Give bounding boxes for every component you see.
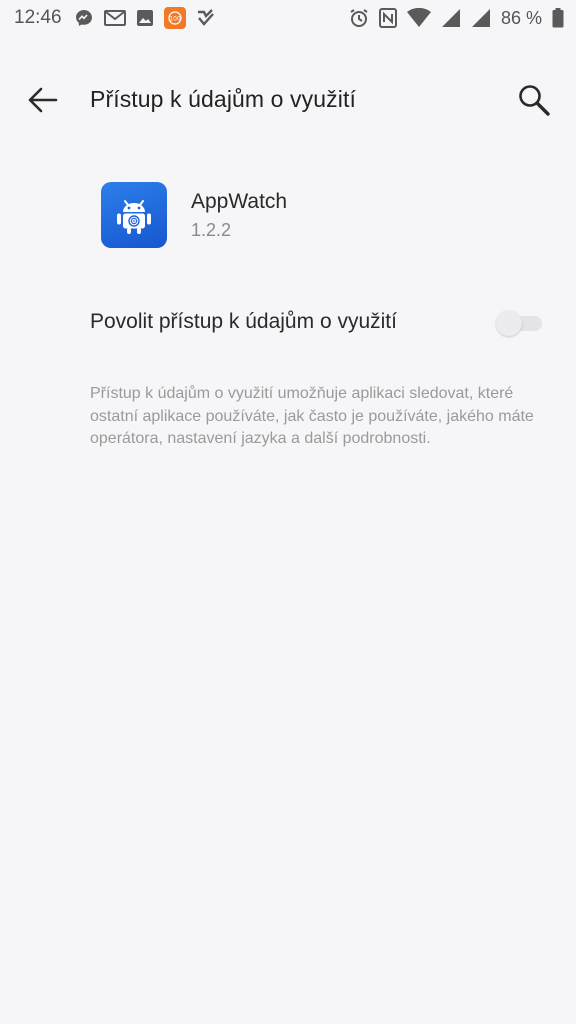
app-bar: Přístup k údajům o využití [0,64,576,136]
messenger-icon [74,8,94,28]
app-icon [101,182,167,248]
nfc-icon [378,8,397,28]
usage-access-description: Přístup k údajům o využití umožňuje apli… [90,385,534,447]
app-name: AppWatch [191,190,288,213]
svg-text:100: 100 [169,16,181,23]
battery-icon [552,8,564,28]
search-icon [517,83,551,117]
gmail-icon [103,9,126,27]
search-button[interactable] [512,78,556,122]
usage-access-label: Povolit přístup k údajům o využití [90,310,397,333]
alarm-icon [349,8,369,28]
signal-icon [441,8,461,28]
battery-percent: 86 % [500,7,542,28]
check-app-icon [196,9,216,27]
toggle-thumb [496,310,522,336]
gallery-icon [136,9,154,27]
signal-icon [471,8,491,28]
usage-access-toggle[interactable] [494,309,544,337]
orange-app-icon: 100 [163,7,186,29]
usage-access-setting-row[interactable]: Povolit přístup k údajům o využití [0,294,576,350]
status-time: 12:46 [14,7,62,28]
app-info: AppWatch 1.2.2 [0,176,576,266]
page-title: Přístup k údajům o využití [90,86,356,112]
wifi-icon [406,8,431,28]
app-version: 1.2.2 [191,220,232,240]
back-button[interactable] [22,80,62,120]
android-robot-icon [116,195,152,235]
arrow-back-icon [26,86,58,114]
status-bar: 12:46 100 86 % [0,0,576,36]
